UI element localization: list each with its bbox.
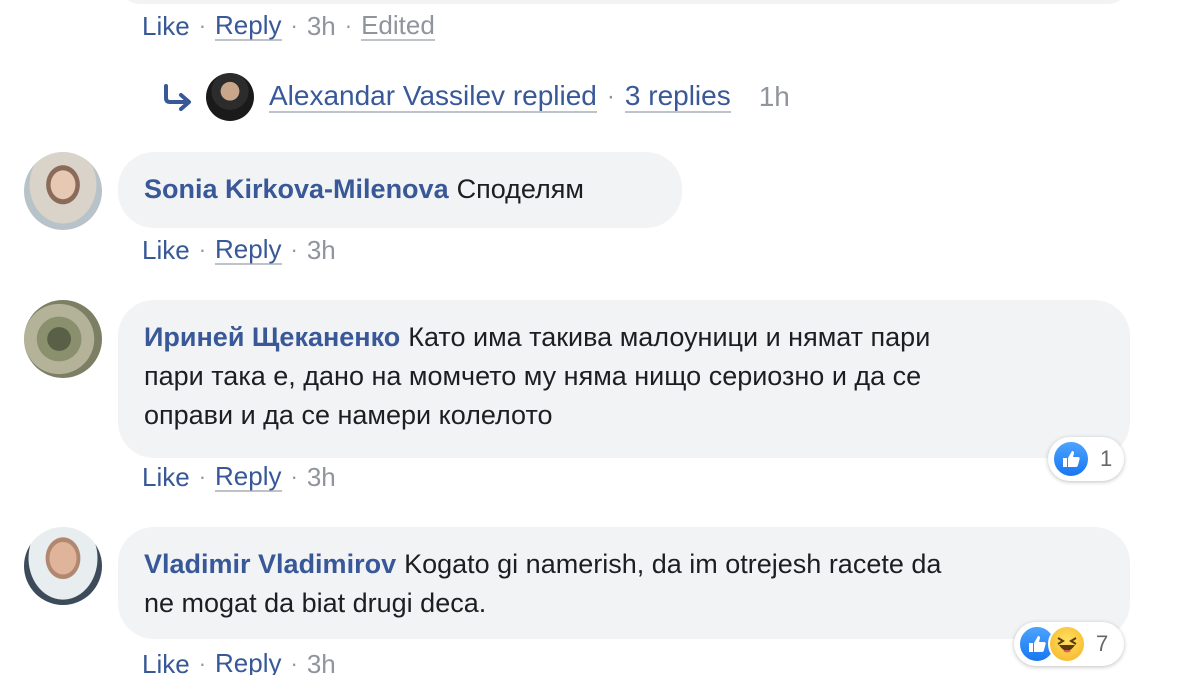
- reply-timestamp: 1h: [758, 81, 790, 112]
- avatar[interactable]: [206, 73, 254, 121]
- replies-summary[interactable]: Alexandar Vassilev replied · 3 replies 1…: [160, 72, 790, 122]
- comment-text-line: Като има такива малоуници и нямат пари: [408, 322, 931, 352]
- comment-author[interactable]: Sonia Kirkova-Milenova: [144, 174, 449, 204]
- reply-button[interactable]: Reply: [215, 11, 282, 41]
- comment-author[interactable]: Vladimir Vladimirov: [144, 549, 396, 579]
- avatar[interactable]: [24, 152, 102, 230]
- previous-comment-bubble: [118, 0, 1130, 4]
- comment-timestamp[interactable]: 3h: [307, 235, 336, 266]
- separator: ·: [290, 464, 298, 489]
- separator: ·: [606, 83, 615, 110]
- avatar[interactable]: [24, 300, 102, 378]
- separator: ·: [198, 464, 207, 489]
- comment-bubble: Sonia Kirkova-Milenova Споделям: [118, 152, 682, 228]
- comment-text: Споделям: [456, 174, 584, 204]
- edited-link[interactable]: Edited: [361, 11, 435, 41]
- reply-button[interactable]: Reply: [215, 649, 281, 675]
- comment-text-line: пари така е, дано на момчето му няма нищ…: [144, 361, 922, 391]
- comment-author[interactable]: Ириней Щеканенко: [144, 322, 400, 352]
- separator: ·: [290, 651, 298, 675]
- haha-icon: [1048, 625, 1086, 663]
- comment-timestamp[interactable]: 3h: [307, 11, 336, 42]
- comment-timestamp[interactable]: 3h: [307, 462, 336, 493]
- separator: ·: [198, 237, 207, 262]
- separator: ·: [290, 13, 298, 38]
- comment-timestamp[interactable]: 3h: [307, 649, 336, 675]
- reply-arrow-icon: [164, 84, 191, 111]
- like-button[interactable]: Like: [142, 11, 190, 42]
- separator: ·: [290, 237, 298, 262]
- like-button[interactable]: Like: [142, 649, 190, 675]
- view-replies-link[interactable]: 3 replies: [624, 81, 731, 113]
- separator: ·: [198, 651, 207, 675]
- separator: ·: [344, 13, 353, 38]
- reaction-count: 7: [1096, 631, 1109, 656]
- reactions-summary[interactable]: 7: [1014, 622, 1124, 666]
- comment-bubble: Ириней Щеканенко Като има такива малоуниц…: [118, 300, 1130, 458]
- comment-actions: Like · Reply · 3h: [142, 234, 336, 266]
- reactions-summary[interactable]: 1: [1048, 437, 1124, 481]
- comment-actions: Like · Reply · 3h: [142, 648, 336, 675]
- like-button[interactable]: Like: [142, 462, 190, 493]
- comment-actions: Like · Reply · 3h: [142, 461, 336, 493]
- comment-text-line: ne mogat da biat drugi deca.: [144, 588, 487, 618]
- like-icon: [1052, 440, 1090, 478]
- reply-button[interactable]: Reply: [215, 235, 282, 265]
- reaction-count: 1: [1100, 446, 1113, 471]
- reply-button[interactable]: Reply: [215, 462, 282, 492]
- replier-link[interactable]: Alexandar Vassilev replied: [269, 81, 597, 113]
- comment-text-line: Kogato gi namerish, da im otrejesh racet…: [404, 549, 942, 579]
- like-button[interactable]: Like: [142, 235, 190, 266]
- comment-text-line: оправи и да се намери колелото: [144, 400, 553, 430]
- avatar[interactable]: [24, 527, 102, 605]
- comment-actions-top: Like · Reply · 3h · Edited: [142, 10, 435, 42]
- separator: ·: [198, 13, 207, 38]
- comment-bubble: Vladimir Vladimirov Kogato gi namerish, d…: [118, 527, 1130, 639]
